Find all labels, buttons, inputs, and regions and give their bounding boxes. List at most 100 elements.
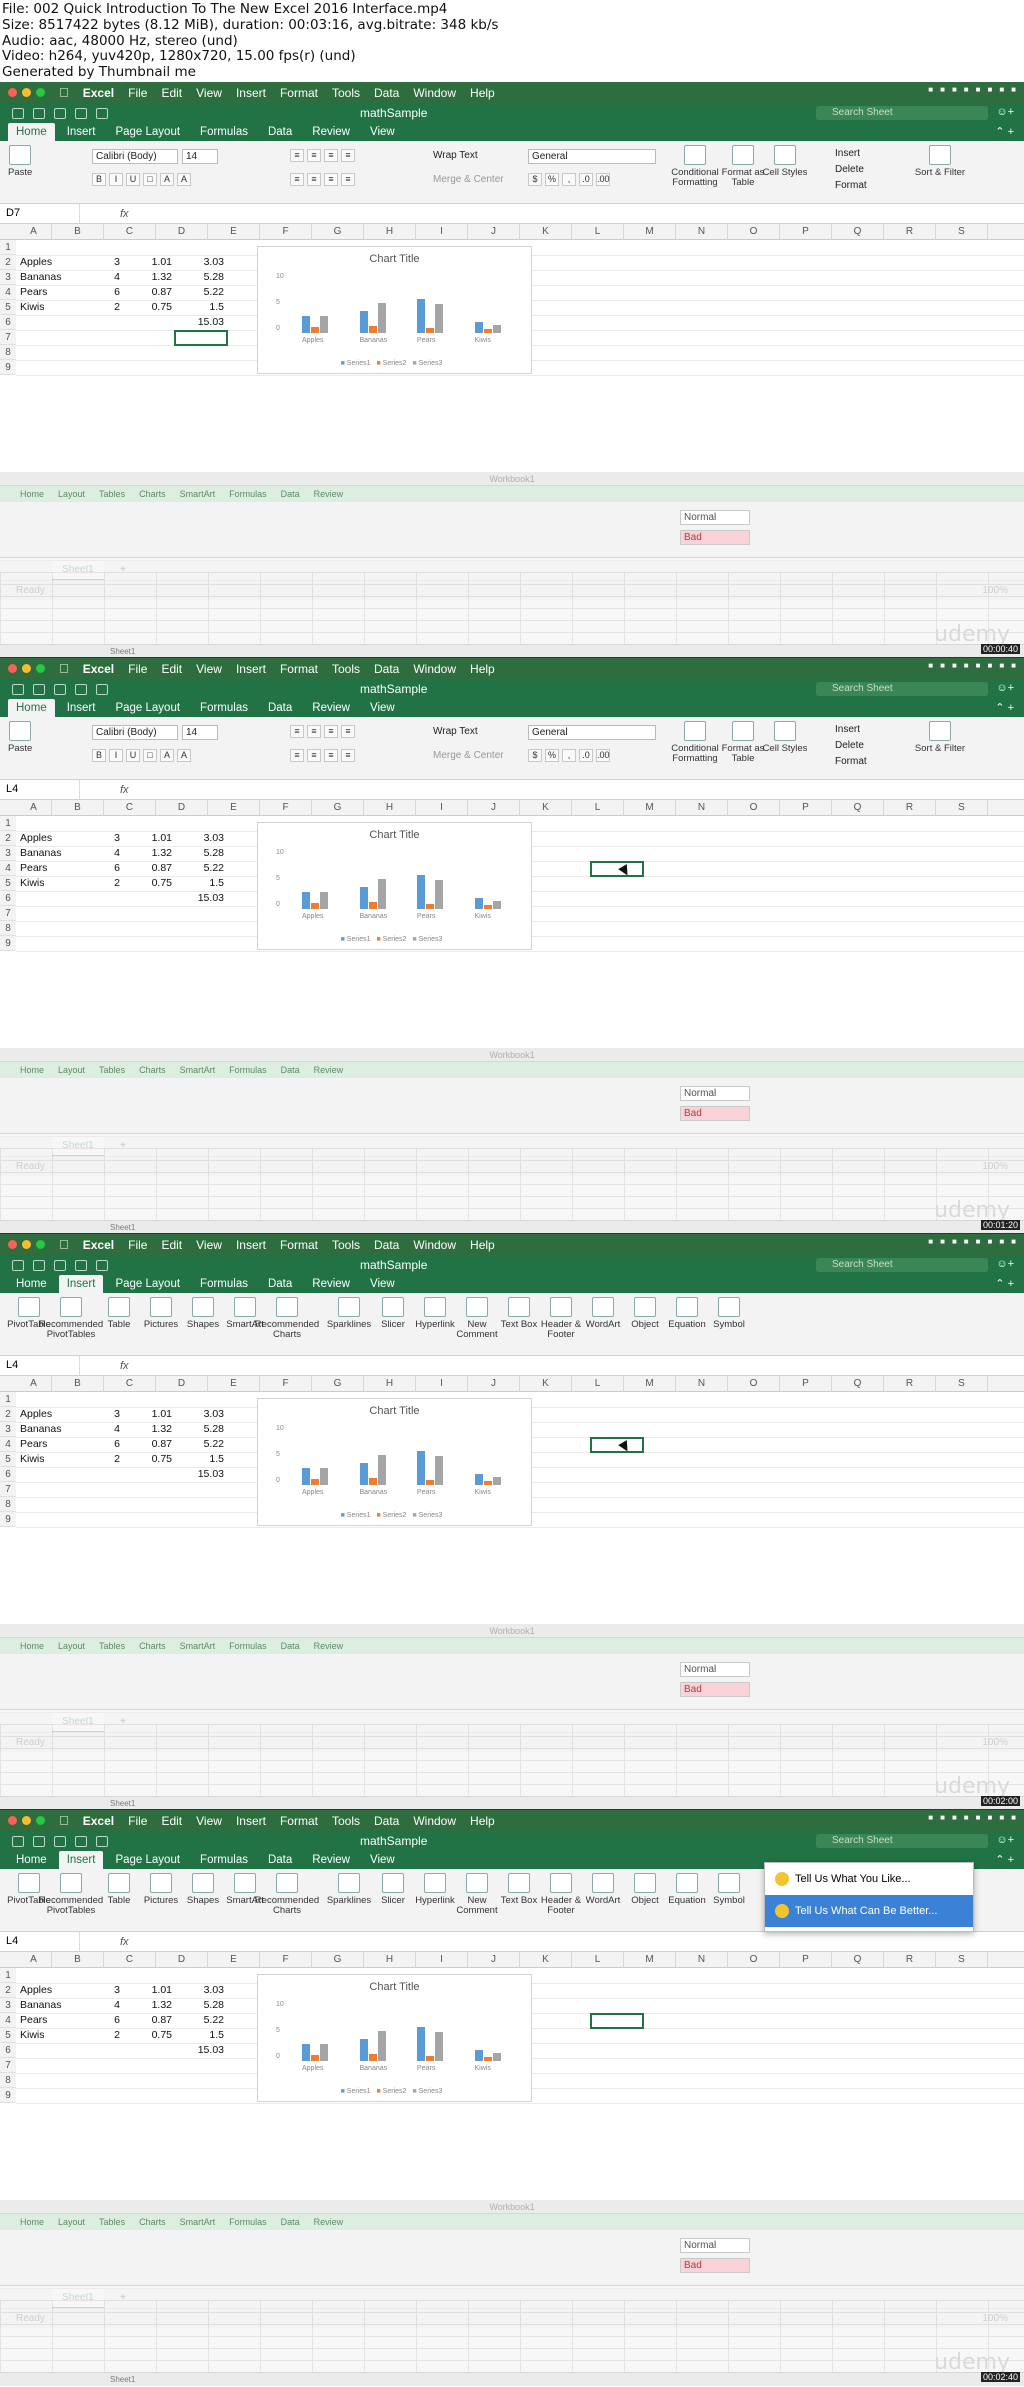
cell-c4[interactable]: 0.87 <box>122 285 172 300</box>
row-header[interactable]: 5 <box>0 1452 16 1467</box>
tab-data[interactable]: Data <box>260 123 300 141</box>
tab-formulas[interactable]: Formulas <box>192 123 256 141</box>
column-header[interactable]: F <box>260 224 312 240</box>
cell-a4[interactable]: Pears <box>20 285 47 300</box>
cell-d3[interactable]: 5.28 <box>174 1998 224 2013</box>
cell-b6[interactable] <box>70 2043 120 2058</box>
cell-d2[interactable]: 3.03 <box>174 1407 224 1422</box>
search-sheet-input[interactable]: Search Sheet <box>816 1258 988 1272</box>
tab-page-layout[interactable]: Page Layout <box>107 1275 188 1293</box>
sort-filter-button[interactable]: Sort & Filter <box>914 721 966 754</box>
insert-equation-button[interactable]: Equation <box>664 1297 710 1330</box>
row-header[interactable]: 1 <box>0 1968 16 1983</box>
window-controls[interactable] <box>8 1240 45 1249</box>
bar-chart[interactable]: Chart Title Apples Bananas Pears Kiwis 10 5 0 ■ … <box>257 246 532 374</box>
cell-d5[interactable]: 1.5 <box>174 1452 224 1467</box>
indent-icon[interactable]: ≡ <box>341 749 355 762</box>
column-header[interactable]: Q <box>832 1952 884 1968</box>
cell-c4[interactable]: 0.87 <box>122 2013 172 2028</box>
column-header[interactable]: F <box>260 1376 312 1392</box>
save-icon[interactable] <box>54 107 66 119</box>
merge-center-button[interactable]: Merge & Center <box>430 173 520 188</box>
column-header[interactable]: A <box>16 1952 52 1968</box>
share-icon[interactable]: ☺+ <box>996 682 1014 694</box>
cell-a4[interactable]: Pears <box>20 861 47 876</box>
insert-text-box-button[interactable]: Text Box <box>496 1297 542 1330</box>
cell-b6[interactable] <box>70 315 120 330</box>
font-name-select[interactable]: Calibri (Body) <box>92 149 178 164</box>
column-header[interactable]: F <box>260 800 312 816</box>
column-header[interactable]: M <box>624 800 676 816</box>
column-header[interactable]: K <box>520 800 572 816</box>
app-menu[interactable]: Excel <box>83 86 114 100</box>
row-header[interactable]: 3 <box>0 1998 16 2013</box>
menu-item[interactable]: Insert <box>236 1814 266 1828</box>
undo-icon[interactable] <box>75 107 87 119</box>
column-header[interactable]: O <box>728 224 780 240</box>
column-header[interactable]: I <box>416 224 468 240</box>
column-header[interactable]: E <box>208 1376 260 1392</box>
increase-decimal-button[interactable]: .0 <box>579 749 593 762</box>
column-header[interactable]: P <box>780 800 832 816</box>
selected-cell[interactable] <box>174 330 228 346</box>
column-header[interactable]: C <box>104 224 156 240</box>
cell-d2[interactable]: 3.03 <box>174 1983 224 1998</box>
fx-icon[interactable]: fx <box>80 1936 129 1948</box>
row-header[interactable]: 5 <box>0 2028 16 2043</box>
cell-d3[interactable]: 5.28 <box>174 270 224 285</box>
stop-icon[interactable]: ■ <box>940 1813 945 1822</box>
zoom-window-button[interactable] <box>36 88 45 97</box>
sync-icon[interactable]: ■ <box>952 1813 957 1822</box>
cell-b3[interactable]: 4 <box>70 1998 120 2013</box>
delete-cells-button[interactable]: Delete <box>832 163 884 178</box>
row-header[interactable]: 2 <box>0 831 16 846</box>
wifi-icon[interactable]: ■ <box>964 1813 969 1822</box>
tab-data[interactable]: Data <box>260 699 300 717</box>
column-header[interactable]: K <box>520 1952 572 1968</box>
cell-b4[interactable]: 6 <box>70 1437 120 1452</box>
bar-chart[interactable]: Chart Title Apples Bananas Pears Kiwis 10 5 0 ■ … <box>257 1974 532 2102</box>
zoom-window-button[interactable] <box>36 1816 45 1825</box>
column-header[interactable]: B <box>52 1952 104 1968</box>
sidebar-icon[interactable] <box>12 683 24 695</box>
menu-item[interactable]: Window <box>413 662 456 676</box>
sort-filter-button[interactable]: Sort & Filter <box>914 145 966 178</box>
battery-icon[interactable]: ■ <box>987 661 992 670</box>
border-button[interactable]: □ <box>143 749 157 762</box>
column-header[interactable]: S <box>936 224 988 240</box>
cell-d2[interactable]: 3.03 <box>174 255 224 270</box>
menu-item[interactable]: Data <box>374 1238 399 1252</box>
align-top-icon[interactable]: ≡ <box>290 149 304 162</box>
volume-icon[interactable]: ■ <box>976 661 981 670</box>
insert-cells-button[interactable]: Insert <box>832 723 884 738</box>
row-header[interactable]: 8 <box>0 1497 16 1512</box>
column-header[interactable]: B <box>52 224 104 240</box>
collapse-ribbon-icon[interactable]: ⌃ + <box>995 1853 1014 1866</box>
cell-c5[interactable]: 0.75 <box>122 1452 172 1467</box>
cell-b5[interactable]: 2 <box>70 300 120 315</box>
cell-d5[interactable]: 1.5 <box>174 876 224 891</box>
stop-icon[interactable]: ■ <box>940 661 945 670</box>
tab-data[interactable]: Data <box>260 1275 300 1293</box>
sidebar-icon[interactable] <box>12 107 24 119</box>
wrap-text-button[interactable]: Wrap Text <box>430 725 500 740</box>
menu-item[interactable]: View <box>196 1814 222 1828</box>
font-color-button[interactable]: A <box>177 173 191 186</box>
cell-b5[interactable]: 2 <box>70 1452 120 1467</box>
zoom-window-button[interactable] <box>36 1240 45 1249</box>
menu-item[interactable]: File <box>128 662 147 676</box>
menu-item[interactable]: File <box>128 1814 147 1828</box>
menu-item[interactable]: Format <box>280 1814 318 1828</box>
tab-insert[interactable]: Insert <box>58 1851 104 1869</box>
column-header[interactable]: P <box>780 1952 832 1968</box>
column-header[interactable]: I <box>416 1952 468 1968</box>
feedback-menu-item[interactable]: Tell Us What Can Be Better... <box>765 1895 973 1927</box>
row-header[interactable]: 6 <box>0 1467 16 1482</box>
row-header[interactable]: 9 <box>0 2088 16 2103</box>
menu-item[interactable]: Tools <box>332 1814 360 1828</box>
column-header[interactable]: N <box>676 1952 728 1968</box>
chart-title[interactable]: Chart Title <box>258 829 531 841</box>
column-header[interactable]: C <box>104 1376 156 1392</box>
column-header[interactable]: B <box>52 1376 104 1392</box>
column-header[interactable]: I <box>416 1376 468 1392</box>
